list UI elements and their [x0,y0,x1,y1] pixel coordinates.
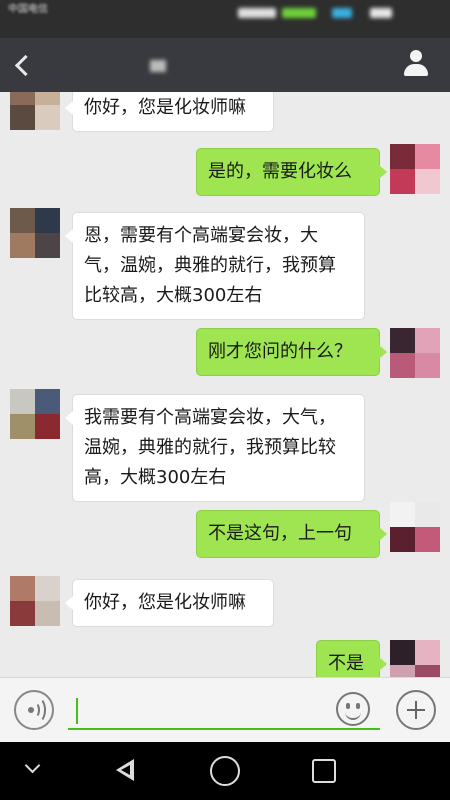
home-circle-icon[interactable] [210,756,240,786]
message-bubble-outgoing[interactable]: 不是这句，上一句 [196,510,387,558]
my-avatar[interactable] [390,502,440,552]
back-triangle-icon[interactable] [112,756,142,786]
plus-icon[interactable] [396,690,436,730]
message-input[interactable] [68,692,380,730]
person-icon[interactable] [402,50,430,80]
my-avatar[interactable] [390,144,440,194]
message-bubble-incoming[interactable]: 我需要有个高端宴会妆，大气，温婉，典雅的就行，我预算比较高，大概300左右 [65,394,365,502]
input-bar [0,677,450,742]
message-bubble-outgoing[interactable]: 不是 [316,640,387,677]
message-bubble-incoming[interactable]: 你好，您是化妆师嘛 [65,92,274,132]
back-arrow-icon[interactable] [12,54,34,76]
signal-icon [282,8,316,18]
my-avatar[interactable] [390,640,440,677]
chat-header [0,38,450,92]
status-bar: 中国电信 [0,0,450,38]
contact-name [150,60,166,72]
message-bubble-incoming[interactable]: 你好，您是化妆师嘛 [65,579,274,627]
message-bubble-outgoing[interactable]: 是的，需要化妆么 [196,148,387,196]
battery-icon [370,8,392,18]
contact-avatar[interactable] [10,92,60,130]
contact-avatar[interactable] [10,208,60,258]
status-indicator [238,8,276,18]
message-bubble-incoming[interactable]: 恩，需要有个高端宴会妆，大气，温婉，典雅的就行，我预算比较高，大概300左右 [65,212,365,320]
carrier-label: 中国电信 [8,4,48,15]
message-bubble-outgoing[interactable]: 刚才您问的什么？ [196,328,387,376]
voice-icon[interactable] [14,690,54,730]
contact-avatar[interactable] [10,576,60,626]
system-nav-bar [0,742,450,800]
contact-avatar[interactable] [10,389,60,439]
chat-area[interactable]: 你好，您是化妆师嘛 是的，需要化妆么 恩，需要有个高端宴会妆，大气，温婉，典雅的… [0,92,450,677]
chevron-down-icon[interactable] [24,760,40,776]
emoji-icon[interactable] [336,692,370,726]
wifi-icon [332,8,352,18]
my-avatar[interactable] [390,328,440,378]
recent-square-icon[interactable] [312,759,336,783]
text-caret [76,698,78,724]
